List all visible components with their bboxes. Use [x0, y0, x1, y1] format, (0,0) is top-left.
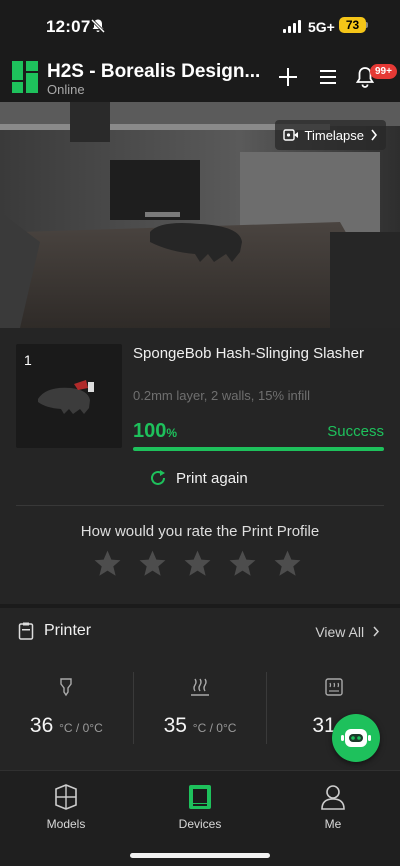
- add-icon[interactable]: [277, 66, 299, 88]
- nozzle-temp-value: 36: [29, 714, 54, 737]
- rating-stars: [92, 548, 303, 579]
- models-icon: [55, 784, 77, 810]
- clock: 12:07: [46, 17, 91, 36]
- video-icon: [282, 129, 298, 141]
- tab-devices-label: Devices: [178, 817, 222, 831]
- job-title: SpongeBob Hash-Slinging Slasher: [133, 345, 364, 362]
- status-bar: 12:07 5G+ 73: [0, 0, 400, 52]
- refresh-icon: [151, 470, 165, 485]
- timelapse-button[interactable]: Timelapse: [274, 120, 386, 150]
- nozzle-temp-unit: °C / 0°C: [59, 721, 103, 735]
- rating-prompt: How would you rate the Print Profile: [80, 523, 320, 540]
- job-settings: 0.2mm layer, 2 walls, 15% infill: [133, 388, 311, 403]
- nozzle-temperature[interactable]: 36 °C / 0°C: [0, 672, 133, 744]
- heatbed-icon: [191, 678, 209, 696]
- battery-icon: 73: [339, 17, 366, 33]
- progress-percent: 100%: [133, 420, 178, 442]
- profile-icon: [321, 785, 345, 810]
- tab-models[interactable]: Models: [16, 783, 116, 831]
- printer-title: Printer: [44, 622, 92, 639]
- device-name[interactable]: H2S - Borealis Design...: [47, 61, 267, 83]
- tab-me[interactable]: Me: [283, 783, 383, 831]
- tab-me-label: Me: [324, 817, 342, 831]
- progress-bar: [133, 447, 384, 451]
- menu-icon[interactable]: [318, 67, 338, 87]
- bottom-tab-bar: Models Devices Me: [0, 770, 400, 866]
- job-thumbnail[interactable]: 1: [16, 344, 122, 448]
- nozzle-icon: [60, 678, 73, 697]
- robot-icon: [341, 729, 371, 747]
- job-result-status: Success: [327, 423, 384, 440]
- bed-temp-unit: °C / 0°C: [192, 721, 237, 735]
- chevron-right-icon: [373, 626, 380, 637]
- device-status: Online: [47, 82, 85, 97]
- home-indicator: [130, 853, 270, 858]
- print-again-label: Print again: [176, 469, 248, 487]
- devices-icon: [189, 785, 211, 809]
- notification-badge: 99+: [370, 64, 397, 79]
- star-icon[interactable]: [227, 548, 258, 579]
- cell-signal-icon: [283, 20, 301, 33]
- app-header: H2S - Borealis Design... Online 99+: [0, 52, 400, 102]
- view-all-link[interactable]: View All: [315, 624, 380, 640]
- network-type: 5G+: [308, 19, 335, 35]
- bed-temperature[interactable]: 35 °C / 0°C: [132, 672, 267, 744]
- print-job-card: 1 SpongeBob Hash-Slinging Slasher 0.2mm …: [0, 328, 400, 604]
- bell-slash-icon: [90, 18, 106, 34]
- plate-index: 1: [24, 352, 32, 368]
- print-again-button[interactable]: Print again: [148, 468, 248, 488]
- tab-models-label: Models: [46, 817, 86, 831]
- chamber-icon: [324, 678, 343, 696]
- assistant-bot-button[interactable]: [332, 714, 380, 762]
- battery-tip: [366, 22, 368, 28]
- clipboard-icon: [18, 622, 34, 640]
- camera-view[interactable]: Timelapse: [0, 102, 400, 328]
- chevron-right-icon: [371, 129, 378, 141]
- bed-temp-value: 35: [163, 714, 187, 737]
- bambu-logo-icon: [12, 61, 38, 93]
- tab-devices[interactable]: Devices: [150, 783, 250, 831]
- star-icon[interactable]: [92, 548, 123, 579]
- star-icon[interactable]: [137, 548, 168, 579]
- divider: [16, 505, 384, 506]
- star-icon[interactable]: [272, 548, 303, 579]
- printer-header: Printer: [18, 622, 91, 640]
- star-icon[interactable]: [182, 548, 213, 579]
- timelapse-label: Timelapse: [304, 127, 364, 143]
